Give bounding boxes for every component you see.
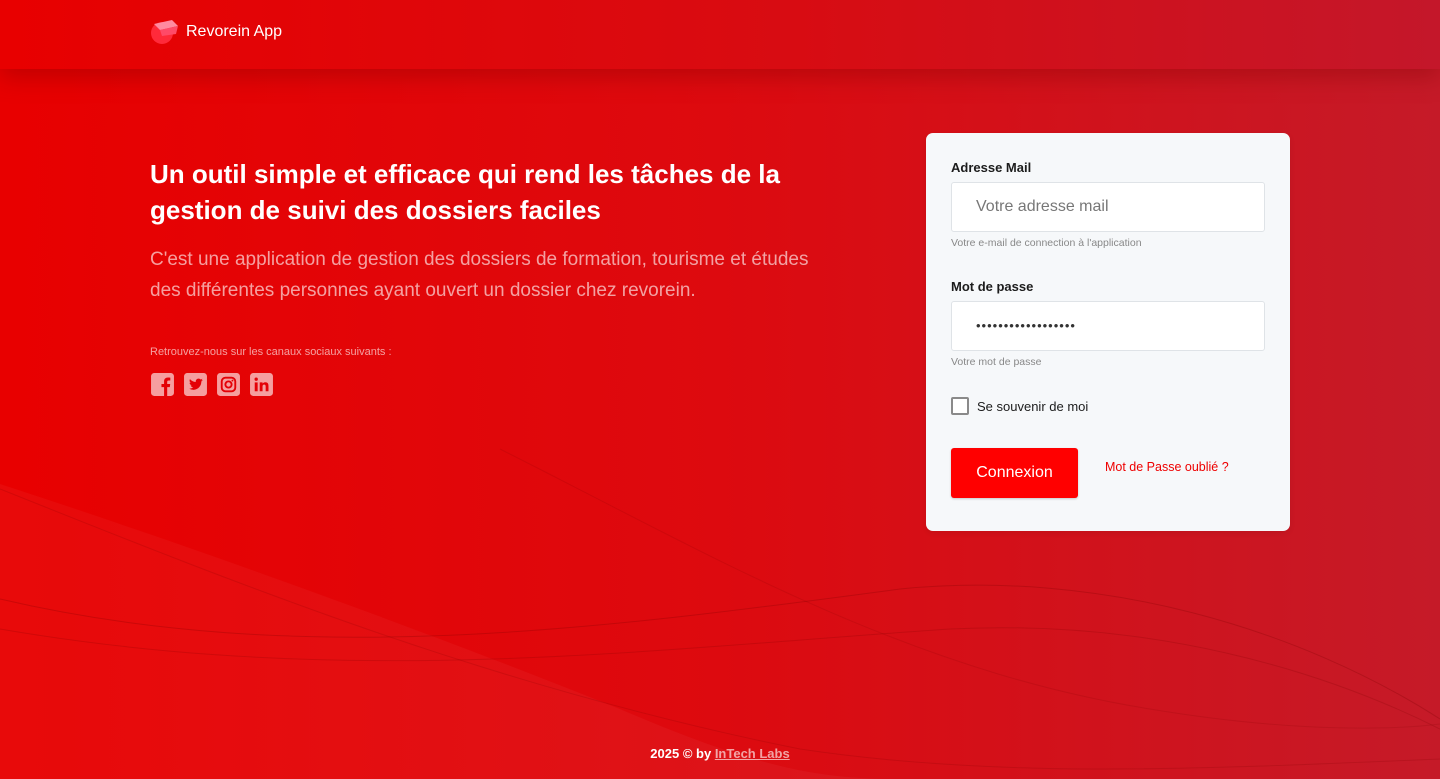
hero-description: C'est une application de gestion des dos… xyxy=(150,249,809,301)
top-navbar: Revorein App xyxy=(0,0,1440,69)
brand[interactable]: Revorein App xyxy=(150,18,282,46)
forgot-password-link[interactable]: Mot de Passe oublié ? xyxy=(1105,460,1229,474)
email-field[interactable] xyxy=(951,182,1265,232)
email-hint: Votre e-mail de connection à l'applicati… xyxy=(951,237,1142,249)
hero-section: Un outil simple et efficace qui rend les… xyxy=(150,156,810,397)
footer-link[interactable]: InTech Labs xyxy=(715,746,790,761)
remember-me-label[interactable]: Se souvenir de moi xyxy=(977,399,1088,414)
password-hint: Votre mot de passe xyxy=(951,356,1042,368)
remember-me-checkbox[interactable] xyxy=(951,397,969,415)
instagram-icon[interactable] xyxy=(216,372,241,397)
app-name: Revorein App xyxy=(186,23,283,40)
twitter-icon[interactable] xyxy=(183,372,208,397)
login-card: Adresse Mail Votre e-mail de connection … xyxy=(926,133,1290,531)
social-caption: Retrouvez-nous sur les canaux sociaux su… xyxy=(150,346,392,358)
social-links xyxy=(150,372,810,397)
linkedin-icon[interactable] xyxy=(249,372,274,397)
password-field[interactable]: •••••••••••••••••• xyxy=(951,301,1265,351)
facebook-icon[interactable] xyxy=(150,372,175,397)
hero-title: Un outil simple et efficace qui rend les… xyxy=(150,159,780,225)
login-button[interactable]: Connexion xyxy=(951,448,1078,498)
footer-text: 2025 © by xyxy=(650,746,712,761)
footer: 2025 © by InTech Labs xyxy=(0,746,1440,761)
email-label: Adresse Mail xyxy=(951,160,1032,175)
password-label: Mot de passe xyxy=(951,279,1034,294)
app-logo-icon xyxy=(150,18,180,46)
